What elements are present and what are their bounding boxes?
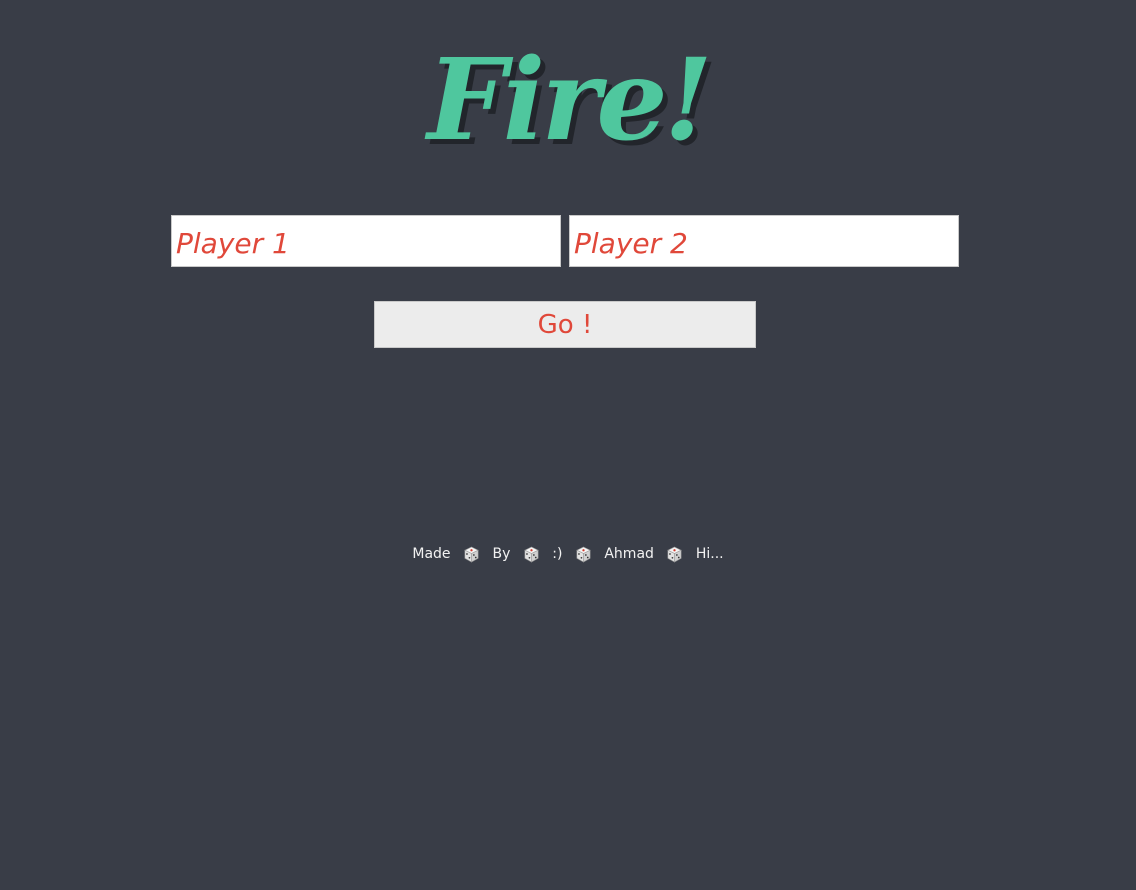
dice-icon xyxy=(576,546,591,563)
app-title: Fire! xyxy=(427,35,713,166)
footer-word: Hi... xyxy=(695,546,724,562)
dice-icon xyxy=(667,546,683,563)
footer-word: Made xyxy=(412,546,451,562)
dice-icon xyxy=(464,546,479,563)
dice-icon xyxy=(524,546,539,563)
footer-word: :) xyxy=(552,546,563,562)
footer-word: By xyxy=(492,546,511,562)
player-2-input[interactable] xyxy=(569,215,959,267)
footer-credit: Made By :) Ahmad Hi... xyxy=(0,542,1136,566)
player-1-input[interactable] xyxy=(171,215,561,267)
page: Fire! Go ! Made By :) xyxy=(0,0,1136,890)
go-button[interactable]: Go ! xyxy=(374,301,756,348)
footer-author-name: Ahmad xyxy=(604,546,654,562)
